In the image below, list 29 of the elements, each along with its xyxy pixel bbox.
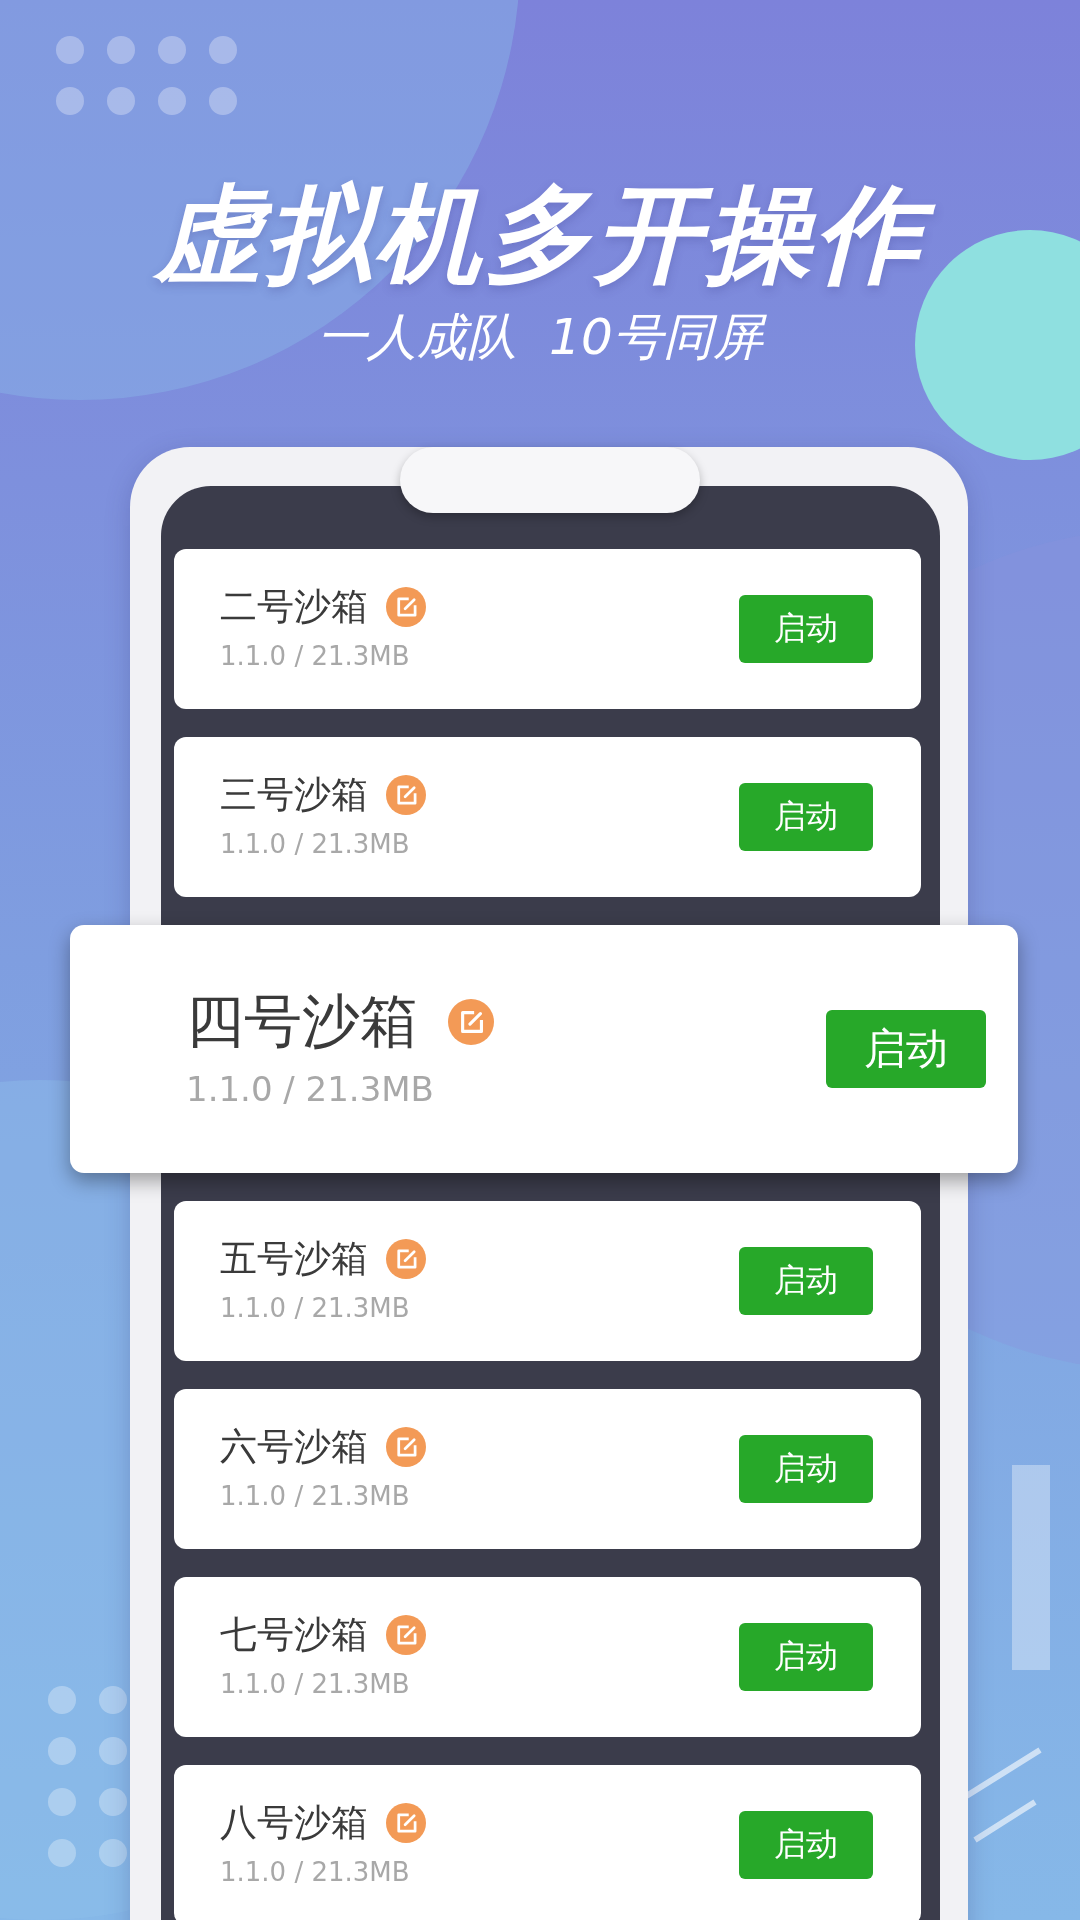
sandbox-version: 1.1.0 / 21.3MB [220, 1668, 411, 1700]
edit-icon[interactable] [386, 1427, 426, 1468]
sandbox-version: 1.1.0 / 21.3MB [220, 640, 411, 672]
start-button[interactable]: 启动 [739, 1623, 873, 1691]
edit-icon[interactable] [386, 1803, 426, 1844]
start-button[interactable]: 启动 [739, 1435, 873, 1503]
sandbox-name: 四号沙箱 [186, 988, 418, 1055]
edit-icon[interactable] [448, 998, 494, 1045]
start-button[interactable]: 启动 [739, 1811, 873, 1879]
sandbox-name: 二号沙箱 [220, 586, 368, 629]
headline-title: 虚拟机多开操作 [125, 165, 955, 305]
sandbox-version: 1.1.0 / 21.3MB [220, 1292, 411, 1324]
sandbox-name: 六号沙箱 [220, 1426, 368, 1469]
edit-icon[interactable] [386, 1239, 426, 1280]
start-button[interactable]: 启动 [826, 1010, 986, 1088]
start-button[interactable]: 启动 [739, 783, 873, 851]
edit-icon[interactable] [386, 775, 426, 816]
sandbox-version: 1.1.0 / 21.3MB [220, 1856, 411, 1888]
edit-icon[interactable] [386, 1615, 426, 1656]
sandbox-name: 三号沙箱 [220, 774, 368, 817]
sandbox-name: 五号沙箱 [220, 1238, 368, 1281]
start-button[interactable]: 启动 [739, 595, 873, 663]
sandbox-name: 八号沙箱 [220, 1802, 368, 1845]
sandbox-version: 1.1.0 / 21.3MB [220, 828, 411, 860]
sandbox-name: 七号沙箱 [220, 1614, 368, 1657]
sandbox-version: 1.1.0 / 21.3MB [220, 1480, 411, 1512]
edit-icon[interactable] [386, 587, 426, 628]
start-button[interactable]: 启动 [739, 1247, 873, 1315]
sandbox-version: 1.1.0 / 21.3MB [186, 1068, 435, 1110]
